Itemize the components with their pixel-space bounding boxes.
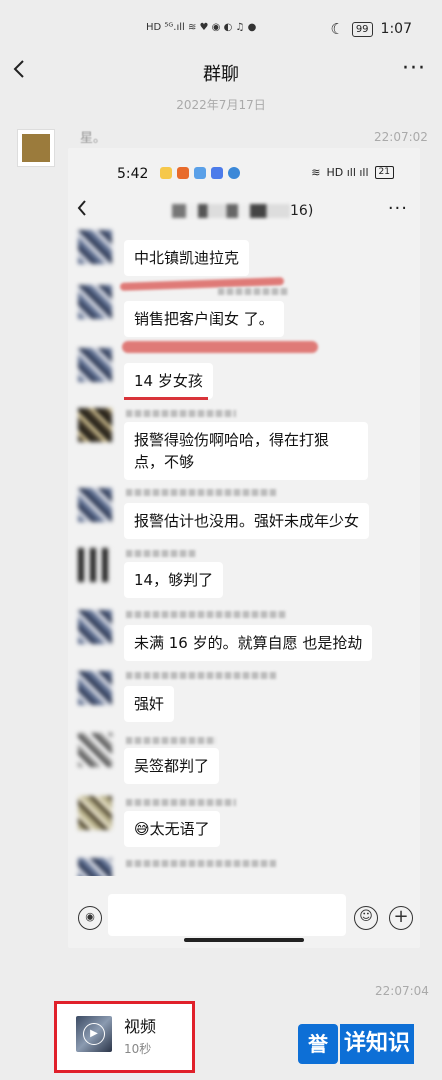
inner-clock: 5:42: [117, 166, 149, 182]
inner-avatar: [78, 348, 112, 382]
clock: 1:07: [380, 21, 412, 37]
inner-avatar: [78, 796, 112, 830]
more-dots-icon: ···: [402, 56, 426, 81]
wifi-icon: ≋: [311, 166, 321, 179]
watermark-text: 详知识: [340, 1024, 415, 1064]
plus-icon: +: [389, 906, 413, 930]
message-time: 22:07:04: [375, 984, 429, 998]
inner-message-bubble: 14，够判了: [124, 562, 224, 598]
inner-message-bubble: 吴签都判了: [124, 748, 220, 784]
inner-message-bubble: 报警得验伤啊哈哈，得在打狠点，不够: [124, 422, 368, 480]
moon-icon: ☾: [330, 20, 344, 38]
chat-screen: HD ⁵ᴳ.ıll ≋ ♥ ◉ ◐ ♫ ● ☾ 99 1:07 群聊 ··· 2…: [0, 0, 442, 1080]
inner-title-count: 16): [290, 203, 314, 219]
inner-avatar: [78, 285, 112, 319]
inner-avatar: [78, 488, 112, 522]
red-underline: [124, 397, 208, 400]
inner-avatar: [78, 408, 112, 442]
status-icons: HD ⁵ᴳ.ıll ≋ ♥ ◉ ◐ ♫ ●: [146, 22, 256, 33]
inner-title-redaction: [172, 204, 290, 218]
voice-icon: ◉: [78, 906, 102, 930]
inner-sender-name: [218, 288, 288, 295]
page-title: 群聊: [203, 64, 239, 85]
inner-avatar: [78, 548, 112, 582]
status-icons-text: HD ⁵ᴳ.ıll ≋ ♥ ◉ ◐ ♫ ●: [146, 22, 257, 33]
inner-sender-name: [126, 860, 276, 867]
inner-avatar: [78, 230, 112, 264]
watermark: 誉 详知识: [298, 1022, 415, 1066]
inner-message-bubble: 报警估计也没用。强奸未成年少女: [124, 503, 370, 539]
inner-message-bubble: 未满 16 岁的。就算自愿 也是抢劫: [124, 625, 373, 661]
inner-message-bubble: 14 岁女孩: [124, 363, 213, 399]
sender-avatar[interactable]: [17, 129, 55, 167]
inner-avatar: [78, 671, 112, 705]
more-button[interactable]: ···: [402, 56, 426, 81]
inner-battery: 21: [374, 166, 394, 179]
inner-signal: HD ıll ıll: [326, 166, 369, 179]
inner-sender-name: [126, 737, 216, 744]
inner-sender-name: [126, 672, 276, 679]
watermark-logo: 誉: [298, 1024, 338, 1064]
image-message[interactable]: 5:42 ≋ HD ıll ıll 21 16) ··· 中北镇凯迪拉克 销售把…: [68, 148, 420, 948]
emoji-icon: ☺: [354, 906, 378, 930]
inner-sender-name: [126, 799, 236, 806]
battery-indicator: 99: [351, 21, 373, 37]
inner-status-right: ≋ HD ıll ıll 21: [311, 166, 394, 179]
inner-text-field: [108, 894, 346, 936]
red-scribble: [122, 341, 318, 353]
inner-avatar: [78, 733, 112, 767]
video-title: 视频: [124, 1017, 157, 1036]
inner-avatar: [78, 610, 112, 644]
message-snippet: 星。: [80, 131, 107, 146]
inner-message-bubble: 强奸: [124, 686, 175, 722]
inner-back-icon: [76, 198, 88, 223]
inner-sender-name: [126, 550, 196, 557]
message-time: 22:07:02: [374, 130, 428, 144]
inner-chat-title: 16): [172, 203, 313, 219]
inner-more-icon: ···: [387, 198, 408, 219]
inner-sender-name: [126, 489, 276, 496]
inner-message-bubble: 销售把客户闺女 了。: [124, 301, 284, 337]
inner-sender-name: [126, 410, 236, 417]
video-duration: 10秒: [124, 1042, 152, 1056]
inner-message-bubble: 中北镇凯迪拉克: [124, 240, 250, 276]
inner-app-icons: [160, 167, 240, 179]
status-right: ☾ 99 1:07: [330, 20, 412, 38]
play-icon: ▶: [83, 1023, 105, 1045]
inner-sender-name: [126, 611, 286, 618]
home-indicator: [184, 938, 304, 942]
inner-message-bubble: 😅太无语了: [124, 811, 220, 847]
date-separator: 2022年7月17日: [176, 98, 266, 112]
